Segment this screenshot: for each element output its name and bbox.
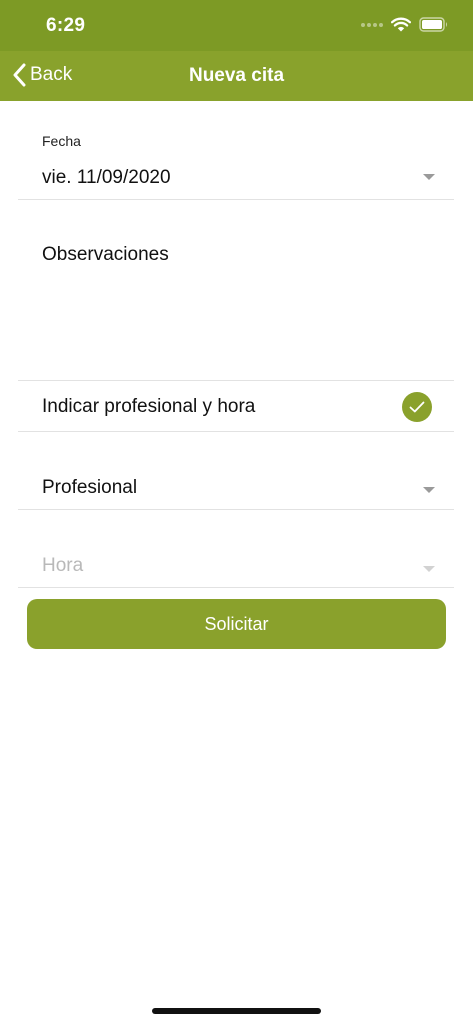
navigation-bar: Back Nueva cita	[0, 51, 473, 101]
divider	[18, 431, 454, 432]
checkmark-toggle[interactable]	[402, 392, 432, 422]
chevron-down-icon[interactable]	[423, 566, 435, 572]
divider	[18, 587, 454, 588]
status-time: 6:29	[46, 15, 86, 36]
status-icons	[361, 17, 449, 32]
toggle-label: Indicar profesional y hora	[42, 396, 256, 417]
divider	[18, 199, 454, 200]
divider	[18, 380, 454, 381]
chevron-down-icon[interactable]	[423, 487, 435, 493]
battery-icon	[419, 17, 447, 32]
professional-label: Profesional	[42, 477, 138, 498]
date-label: Fecha	[42, 133, 81, 149]
home-indicator	[152, 1008, 321, 1014]
submit-button[interactable]: Solicitar	[27, 599, 446, 649]
page-title: Nueva cita	[188, 65, 285, 86]
date-value[interactable]: vie. 11/09/2020	[42, 167, 171, 189]
chevron-down-icon[interactable]	[423, 174, 435, 180]
divider	[18, 509, 454, 510]
hour-label: Hora	[42, 555, 84, 576]
cellular-signal-icon	[361, 22, 383, 27]
wifi-icon	[391, 17, 411, 32]
checkmark-icon	[409, 401, 425, 413]
observations-label: Observaciones	[42, 244, 169, 265]
status-bar: 6:29	[0, 0, 473, 51]
